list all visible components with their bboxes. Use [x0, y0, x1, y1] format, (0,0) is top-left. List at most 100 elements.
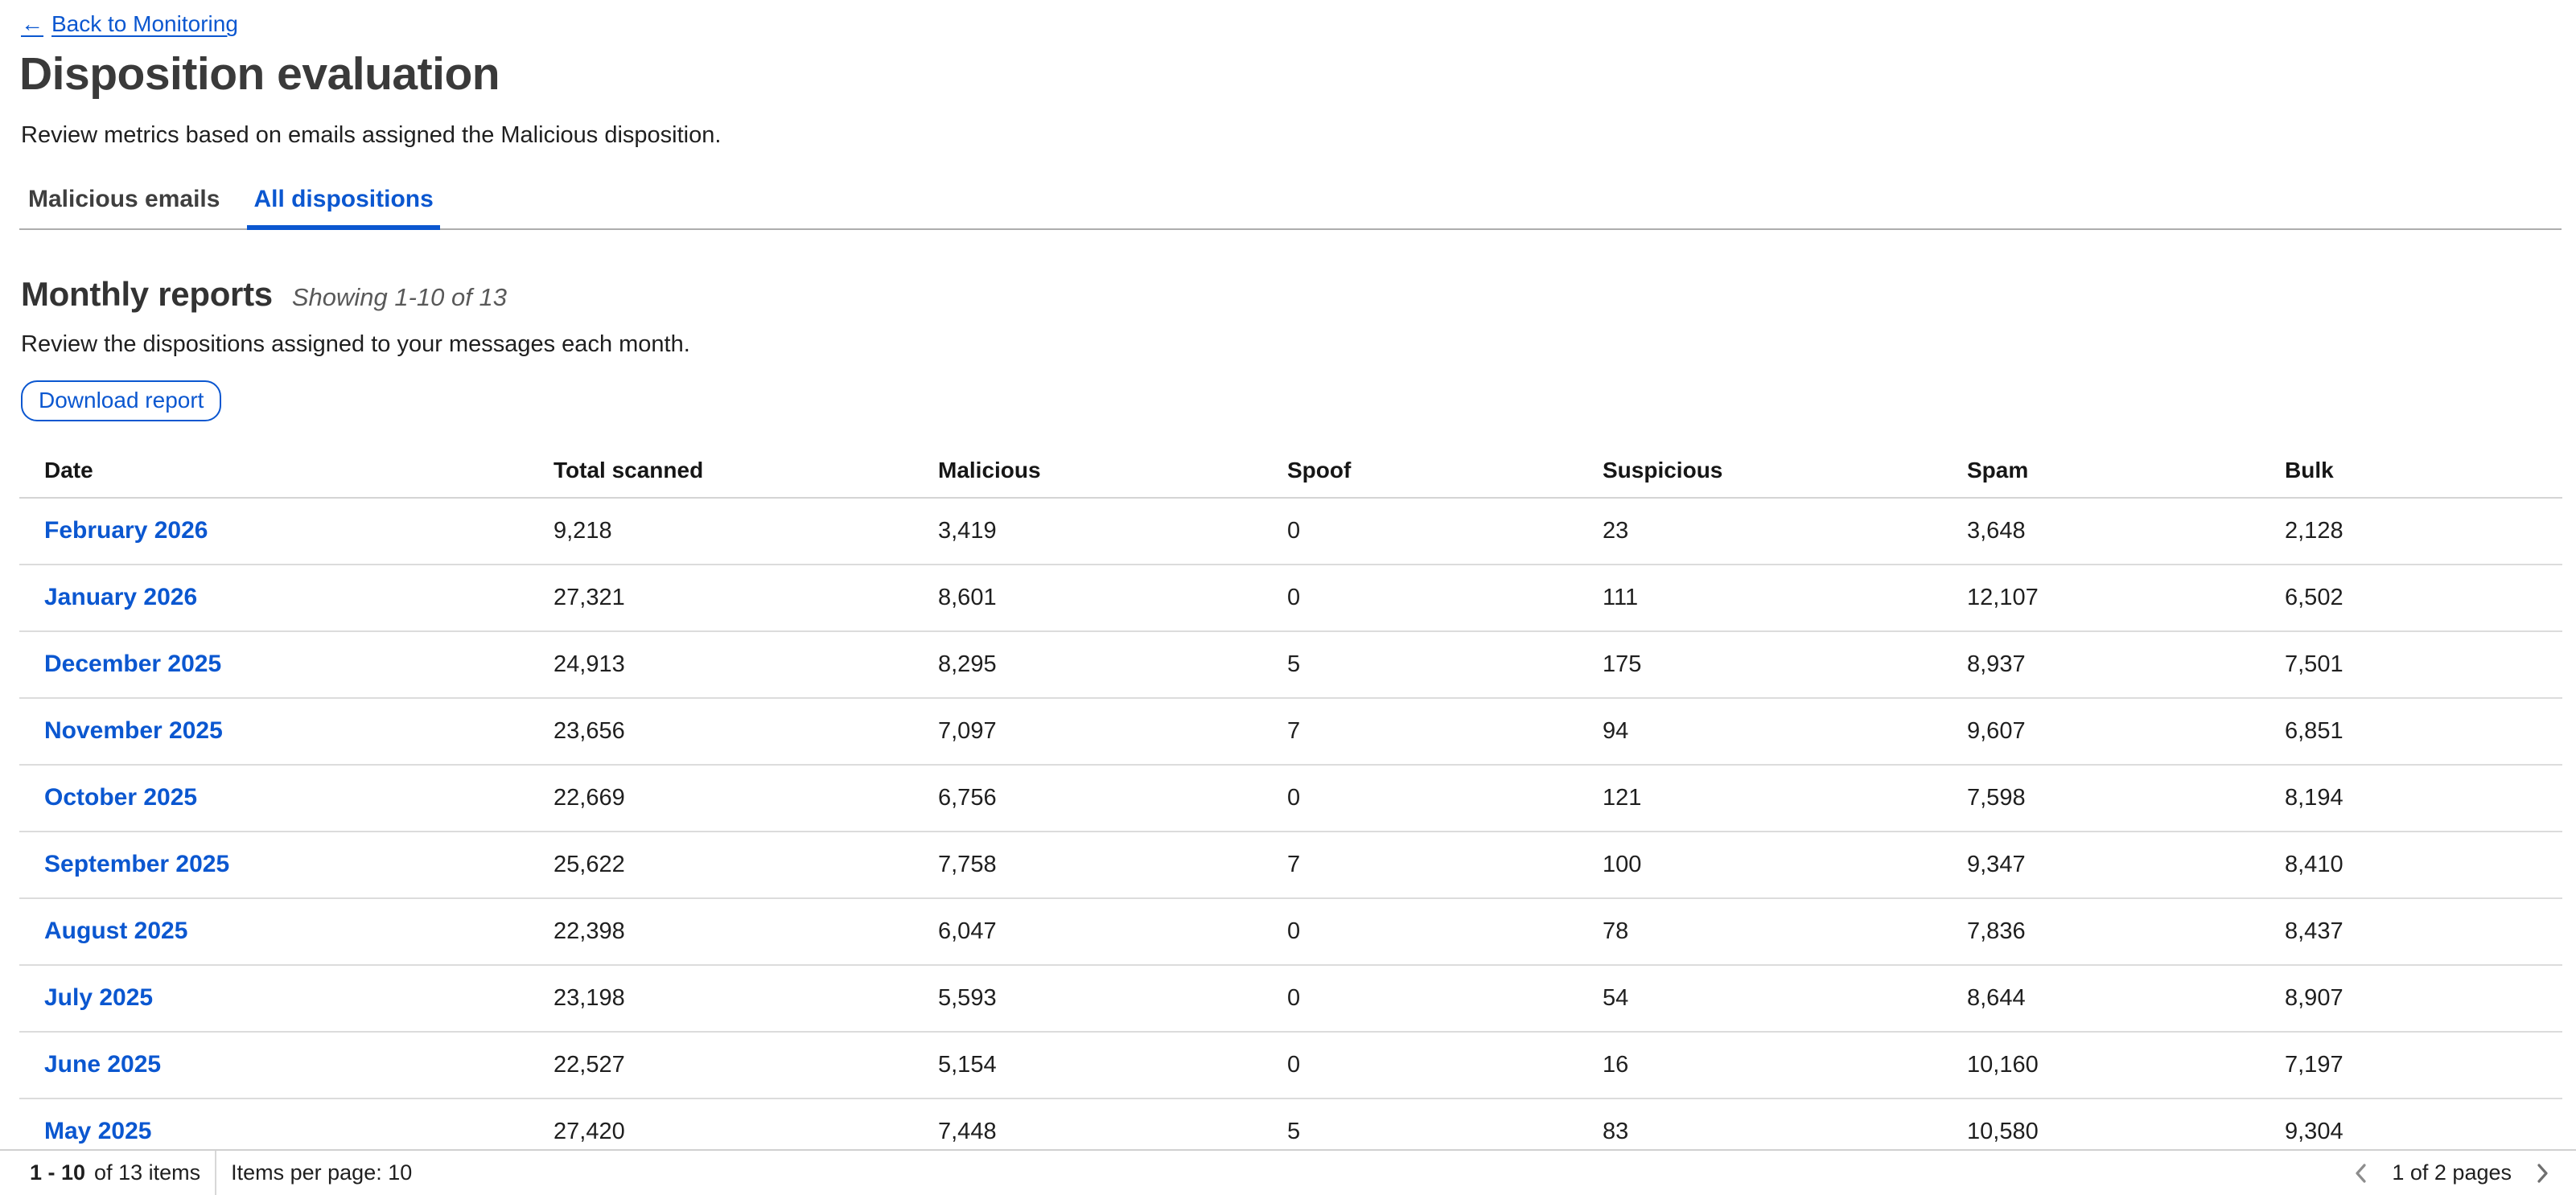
cell-spam: 7,836	[1967, 918, 2285, 945]
page-status: 1 of 2 pages	[2392, 1160, 2512, 1185]
back-to-monitoring-link[interactable]: ← Back to Monitoring	[21, 11, 238, 37]
cell-spoof: 0	[1287, 1052, 1603, 1078]
month-report-link[interactable]: August 2025	[44, 918, 187, 945]
month-report-link[interactable]: November 2025	[44, 717, 223, 745]
cell-bulk: 8,437	[2285, 918, 2562, 945]
cell-spam: 12,107	[1967, 585, 2285, 611]
column-header-malicious: Malicious	[938, 458, 1287, 483]
cell-suspicious: 94	[1603, 718, 1967, 745]
column-header-spam: Spam	[1967, 458, 2285, 483]
table-header-row: Date Total scanned Malicious Spoof Suspi…	[19, 421, 2562, 499]
cell-total-scanned: 24,913	[553, 651, 938, 678]
table-row: February 2026 9,218 3,419 0 23 3,648 2,1…	[19, 499, 2562, 565]
section-header: Monthly reports Showing 1-10 of 13	[21, 275, 2576, 314]
cell-malicious: 7,448	[938, 1119, 1287, 1145]
cell-total-scanned: 27,420	[553, 1119, 938, 1145]
section-title: Monthly reports	[21, 275, 273, 314]
column-header-suspicious: Suspicious	[1603, 458, 1967, 483]
cell-bulk: 6,851	[2285, 718, 2562, 745]
cell-malicious: 6,756	[938, 785, 1287, 811]
column-header-total-scanned: Total scanned	[553, 458, 938, 483]
showing-count: Showing 1-10 of 13	[292, 283, 507, 312]
cell-spoof: 0	[1287, 518, 1603, 544]
cell-spoof: 0	[1287, 918, 1603, 945]
cell-malicious: 5,154	[938, 1052, 1287, 1078]
month-report-link[interactable]: May 2025	[44, 1118, 151, 1145]
table-row: January 2026 27,321 8,601 0 111 12,107 6…	[19, 565, 2562, 632]
month-report-link[interactable]: June 2025	[44, 1051, 161, 1078]
cell-suspicious: 54	[1603, 985, 1967, 1012]
monthly-reports-table: Date Total scanned Malicious Spoof Suspi…	[19, 421, 2562, 1166]
cell-malicious: 8,601	[938, 585, 1287, 611]
cell-spam: 3,648	[1967, 518, 2285, 544]
cell-spoof: 5	[1287, 651, 1603, 678]
items-per-page-label: Items per page: 10	[231, 1160, 412, 1185]
tab-all-dispositions[interactable]: All dispositions	[247, 186, 439, 230]
chevron-right-icon	[2530, 1161, 2554, 1185]
cell-suspicious: 16	[1603, 1052, 1967, 1078]
tab-malicious-emails[interactable]: Malicious emails	[22, 186, 226, 230]
month-report-link[interactable]: October 2025	[44, 784, 197, 811]
cell-suspicious: 83	[1603, 1119, 1967, 1145]
cell-malicious: 7,758	[938, 852, 1287, 878]
cell-suspicious: 100	[1603, 852, 1967, 878]
cell-bulk: 6,502	[2285, 585, 2562, 611]
month-report-link[interactable]: September 2025	[44, 851, 229, 878]
cell-malicious: 3,419	[938, 518, 1287, 544]
table-row: September 2025 25,622 7,758 7 100 9,347 …	[19, 832, 2562, 899]
chevron-left-icon	[2349, 1161, 2373, 1185]
cell-spam: 10,160	[1967, 1052, 2285, 1078]
cell-spoof: 0	[1287, 785, 1603, 811]
cell-bulk: 8,907	[2285, 985, 2562, 1012]
cell-spoof: 7	[1287, 718, 1603, 745]
cell-malicious: 5,593	[938, 985, 1287, 1012]
page-subtitle: Review metrics based on emails assigned …	[21, 123, 2576, 149]
pagination-total-items: of 13 items	[94, 1160, 200, 1185]
cell-spam: 9,607	[1967, 718, 2285, 745]
table-row: June 2025 22,527 5,154 0 16 10,160 7,197	[19, 1033, 2562, 1099]
cell-spoof: 7	[1287, 852, 1603, 878]
month-report-link[interactable]: December 2025	[44, 651, 221, 678]
next-page-button[interactable]	[2529, 1160, 2555, 1186]
pagination-bar: 1 - 10 of 13 items Items per page: 10 1 …	[0, 1149, 2576, 1195]
column-header-bulk: Bulk	[2285, 458, 2562, 483]
cell-total-scanned: 23,198	[553, 985, 938, 1012]
cell-spoof: 0	[1287, 585, 1603, 611]
page-title: Disposition evaluation	[19, 51, 2576, 97]
cell-spam: 7,598	[1967, 785, 2285, 811]
pagination-range: 1 - 10	[30, 1160, 85, 1185]
cell-spam: 9,347	[1967, 852, 2285, 878]
table-row: December 2025 24,913 8,295 5 175 8,937 7…	[19, 632, 2562, 699]
month-report-link[interactable]: July 2025	[44, 984, 153, 1012]
previous-page-button[interactable]	[2348, 1160, 2374, 1186]
cell-total-scanned: 27,321	[553, 585, 938, 611]
cell-suspicious: 78	[1603, 918, 1967, 945]
cell-spam: 10,580	[1967, 1119, 2285, 1145]
cell-spam: 8,644	[1967, 985, 2285, 1012]
month-report-link[interactable]: February 2026	[44, 517, 208, 544]
cell-suspicious: 121	[1603, 785, 1967, 811]
month-report-link[interactable]: January 2026	[44, 584, 197, 611]
cell-bulk: 7,501	[2285, 651, 2562, 678]
table-body: February 2026 9,218 3,419 0 23 3,648 2,1…	[19, 499, 2562, 1166]
cell-bulk: 8,410	[2285, 852, 2562, 878]
cell-total-scanned: 22,669	[553, 785, 938, 811]
table-row: July 2025 23,198 5,593 0 54 8,644 8,907	[19, 966, 2562, 1033]
cell-spoof: 5	[1287, 1119, 1603, 1145]
column-header-date: Date	[44, 458, 553, 483]
table-row: August 2025 22,398 6,047 0 78 7,836 8,43…	[19, 899, 2562, 966]
cell-bulk: 7,197	[2285, 1052, 2562, 1078]
cell-total-scanned: 22,398	[553, 918, 938, 945]
cell-bulk: 2,128	[2285, 518, 2562, 544]
back-arrow-icon: ←	[21, 11, 43, 37]
cell-malicious: 8,295	[938, 651, 1287, 678]
cell-bulk: 8,194	[2285, 785, 2562, 811]
download-report-button[interactable]: Download report	[21, 380, 221, 421]
cell-suspicious: 23	[1603, 518, 1967, 544]
cell-malicious: 6,047	[938, 918, 1287, 945]
cell-suspicious: 175	[1603, 651, 1967, 678]
tab-bar: Malicious emails All dispositions	[19, 186, 2562, 230]
cell-malicious: 7,097	[938, 718, 1287, 745]
cell-total-scanned: 9,218	[553, 518, 938, 544]
cell-total-scanned: 23,656	[553, 718, 938, 745]
